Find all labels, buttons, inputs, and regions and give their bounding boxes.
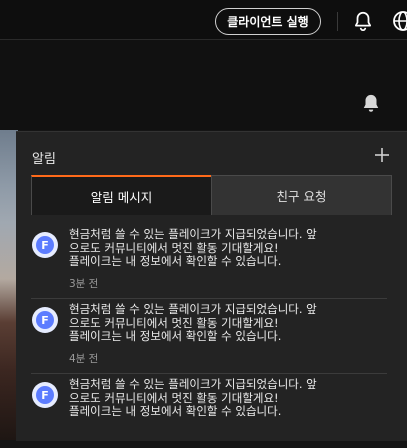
notification-message: 현금처럼 쓸 수 있는 플레이크가 지급되었습니다. 앞 으로도 커뮤니티에서 …: [69, 302, 387, 344]
notification-bell-icon[interactable]: [360, 92, 382, 114]
message-line: 플레이크는 내 정보에서 확인할 수 있습니다.: [69, 254, 282, 269]
avatar: F: [32, 232, 58, 258]
flake-icon: F: [36, 236, 54, 254]
avatar: F: [32, 382, 58, 408]
notification-message: 현금처럼 쓸 수 있는 플레이크가 지급되었습니다. 앞 으로도 커뮤니티에서 …: [69, 227, 387, 269]
message-line: 플레이크는 내 정보에서 확인할 수 있습니다.: [69, 404, 282, 419]
tab-notifications[interactable]: 알림 메시지: [31, 175, 211, 215]
notification-item[interactable]: F 현금처럼 쓸 수 있는 플레이크가 지급되었습니다. 앞 으로도 커뮤니티에…: [31, 224, 387, 299]
client-launch-button[interactable]: 클라이언트 실행: [215, 8, 321, 35]
notification-item[interactable]: F 현금처럼 쓸 수 있는 플레이크가 지급되었습니다. 앞 으로도 커뮤니티에…: [31, 374, 387, 448]
flake-icon: F: [36, 311, 54, 329]
header-divider: [337, 12, 338, 31]
notification-tabs: 알림 메시지 친구 요청: [31, 175, 392, 215]
bell-icon[interactable]: [352, 10, 374, 32]
message-line: 현금처럼 쓸 수 있는 플레이크가 지급되었습니다. 앞: [69, 377, 317, 391]
notification-item[interactable]: F 현금처럼 쓸 수 있는 플레이크가 지급되었습니다. 앞 으로도 커뮤니티에…: [31, 299, 387, 374]
message-line: 플레이크는 내 정보에서 확인할 수 있습니다.: [69, 329, 282, 344]
notification-list: F 현금처럼 쓸 수 있는 플레이크가 지급되었습니다. 앞 으로도 커뮤니티에…: [31, 224, 387, 448]
globe-icon[interactable]: [391, 9, 407, 33]
notification-message: 현금처럼 쓸 수 있는 플레이크가 지급되었습니다. 앞 으로도 커뮤니티에서 …: [69, 377, 387, 419]
secondary-bar: [0, 40, 407, 130]
message-line: 현금처럼 쓸 수 있는 플레이크가 지급되었습니다. 앞: [69, 227, 317, 241]
tab-friend-requests[interactable]: 친구 요청: [211, 175, 392, 215]
notification-time: 3분 전: [69, 278, 99, 290]
message-line: 현금처럼 쓸 수 있는 플레이크가 지급되었습니다. 앞: [69, 302, 317, 316]
message-line: 으로도 커뮤니티에서 멋진 활동 기대할게요!: [69, 240, 279, 255]
panel-title: 알림: [32, 152, 56, 167]
plus-icon[interactable]: [373, 146, 391, 164]
notification-time: 4분 전: [69, 353, 99, 365]
notifications-panel: 알림 알림 메시지 친구 요청 F 현금처럼 쓸 수 있는 플레이크가 지급되었…: [16, 131, 407, 441]
avatar: F: [32, 307, 58, 333]
flake-icon: F: [36, 386, 54, 404]
message-line: 으로도 커뮤니티에서 멋진 활동 기대할게요!: [69, 390, 279, 405]
message-line: 으로도 커뮤니티에서 멋진 활동 기대할게요!: [69, 315, 279, 330]
top-navigation-bar: 클라이언트 실행: [0, 0, 407, 40]
